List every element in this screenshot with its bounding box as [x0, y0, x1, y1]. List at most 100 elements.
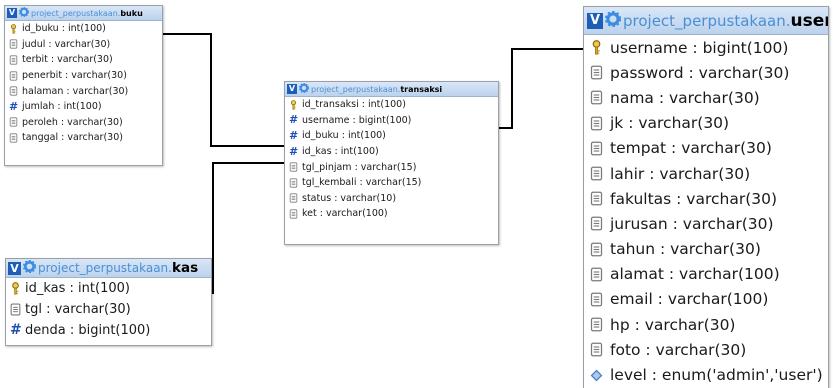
field-label: username : bigint(100) — [302, 114, 412, 126]
field-row[interactable]: id_kas : int(100) — [6, 278, 211, 299]
table-kas[interactable]: V project_perpustakaan. kas id_kas : int(… — [5, 258, 212, 346]
field-label: id_buku : int(100) — [22, 23, 106, 35]
field-row[interactable]: tgl : varchar(30) — [6, 299, 211, 320]
field-row[interactable]: lahir : varchar(30) — [584, 161, 828, 186]
field-label: id_buku : int(100) — [302, 130, 386, 142]
field-label: level : enum('admin','user') — [610, 366, 823, 385]
field-row[interactable]: tempat : varchar(30) — [584, 136, 828, 161]
key-icon — [10, 282, 21, 295]
gear-icon — [604, 10, 622, 31]
table-name: kas — [171, 260, 199, 276]
column-icon — [590, 166, 603, 181]
database-name: project_perpustakaan. — [623, 11, 791, 30]
field-row[interactable]: status : varchar(10) — [285, 191, 498, 207]
field-row[interactable]: level : enum('admin','user') — [584, 362, 828, 387]
field-label: alamat : varchar(100) — [610, 265, 780, 284]
field-label: foto : varchar(30) — [610, 340, 747, 359]
hash-icon: # — [289, 113, 299, 127]
database-name: project_perpustakaan. — [38, 261, 172, 275]
database-name: project_perpustakaan. — [31, 8, 121, 18]
field-label: lahir : varchar(30) — [610, 164, 751, 183]
column-icon — [590, 65, 603, 80]
field-row[interactable]: terbit : varchar(30) — [5, 52, 162, 68]
field-label: tanggal : varchar(30) — [22, 132, 123, 144]
field-row[interactable]: nama : varchar(30) — [584, 85, 828, 110]
field-label: denda : bigint(100) — [25, 323, 151, 338]
table-header[interactable]: V project_perpustakaan.user — [584, 7, 828, 35]
table-name: transaksi — [400, 84, 443, 94]
field-label: terbit : varchar(30) — [22, 54, 113, 66]
field-row[interactable]: # denda : bigint(100) — [6, 320, 211, 341]
gear-icon — [22, 259, 37, 276]
field-row[interactable]: email : varchar(100) — [584, 287, 828, 312]
table-buku[interactable]: V project_perpustakaan. buku id_buku : in… — [4, 5, 163, 166]
field-label: peroleh : varchar(30) — [22, 116, 123, 128]
field-row[interactable]: # id_buku : int(100) — [285, 128, 498, 144]
view-toggle-icon[interactable]: V — [587, 12, 603, 29]
field-row[interactable]: username : bigint(100) — [584, 35, 828, 60]
gear-icon — [298, 82, 310, 95]
field-row[interactable]: halaman : varchar(30) — [5, 83, 162, 99]
field-row[interactable]: foto : varchar(30) — [584, 337, 828, 362]
field-row[interactable]: tgl_kembali : varchar(15) — [285, 175, 498, 191]
field-row[interactable]: # id_kas : int(100) — [285, 144, 498, 160]
relation-transaksi-buku — [161, 33, 290, 147]
column-icon — [9, 117, 18, 127]
field-label: penerbit : varchar(30) — [22, 70, 127, 82]
view-toggle-icon[interactable]: V — [7, 8, 17, 18]
field-label: tgl_pinjam : varchar(15) — [302, 161, 417, 173]
column-icon — [590, 317, 603, 332]
field-row[interactable]: password : varchar(30) — [584, 60, 828, 85]
column-icon — [9, 86, 18, 96]
view-toggle-icon[interactable]: V — [8, 261, 21, 275]
field-row[interactable]: tahun : varchar(30) — [584, 237, 828, 262]
field-row[interactable]: fakultas : varchar(30) — [584, 186, 828, 211]
column-icon — [590, 116, 603, 131]
column-icon — [9, 39, 18, 49]
field-row[interactable]: jurusan : varchar(30) — [584, 211, 828, 236]
hash-icon: # — [289, 144, 299, 158]
key-icon — [9, 23, 18, 34]
column-icon — [590, 242, 603, 257]
table-name: user — [790, 10, 828, 31]
field-label: email : varchar(100) — [610, 290, 769, 309]
column-icon — [9, 133, 18, 143]
hash-icon: # — [10, 322, 22, 338]
field-row[interactable]: hp : varchar(30) — [584, 312, 828, 337]
field-row[interactable]: penerbit : varchar(30) — [5, 68, 162, 84]
field-row[interactable]: # username : bigint(100) — [285, 113, 498, 129]
field-label: judul : varchar(30) — [22, 38, 111, 50]
column-icon — [10, 303, 21, 316]
field-row[interactable]: jk : varchar(30) — [584, 111, 828, 136]
field-label: tgl : varchar(30) — [25, 302, 131, 317]
field-row[interactable]: judul : varchar(30) — [5, 37, 162, 53]
field-row[interactable]: tgl_pinjam : varchar(15) — [285, 159, 498, 175]
key-icon — [289, 99, 298, 110]
gear-icon — [18, 6, 30, 19]
field-row[interactable]: # jumlah : int(100) — [5, 99, 162, 115]
field-row[interactable]: alamat : varchar(100) — [584, 262, 828, 287]
field-row[interactable]: id_transaksi : int(100) — [285, 97, 498, 113]
column-icon — [590, 191, 603, 206]
field-label: id_transaksi : int(100) — [302, 99, 406, 111]
table-header[interactable]: V project_perpustakaan. transaksi — [285, 82, 498, 97]
field-row[interactable]: ket : varchar(100) — [285, 206, 498, 222]
field-row[interactable]: peroleh : varchar(30) — [5, 115, 162, 131]
table-header[interactable]: V project_perpustakaan. buku — [5, 6, 162, 21]
column-icon — [9, 70, 18, 81]
column-icon — [590, 292, 603, 307]
field-row[interactable]: id_buku : int(100) — [5, 21, 162, 37]
field-label: id_kas : int(100) — [302, 146, 379, 158]
table-header[interactable]: V project_perpustakaan. kas — [6, 259, 211, 278]
field-row[interactable]: tanggal : varchar(30) — [5, 130, 162, 146]
field-label: tgl_kembali : varchar(15) — [302, 177, 422, 189]
hash-icon: # — [9, 99, 19, 113]
table-user[interactable]: V project_perpustakaan.user username : b… — [583, 6, 829, 388]
field-label: jumlah : int(100) — [22, 101, 102, 113]
field-label: ket : varchar(100) — [302, 208, 388, 220]
field-label: username : bigint(100) — [610, 38, 789, 57]
view-toggle-icon[interactable]: V — [287, 84, 297, 94]
field-label: jk : varchar(30) — [610, 114, 730, 133]
table-transaksi[interactable]: V project_perpustakaan. transaksi id_tran… — [284, 81, 499, 245]
field-label: status : varchar(10) — [302, 192, 397, 204]
